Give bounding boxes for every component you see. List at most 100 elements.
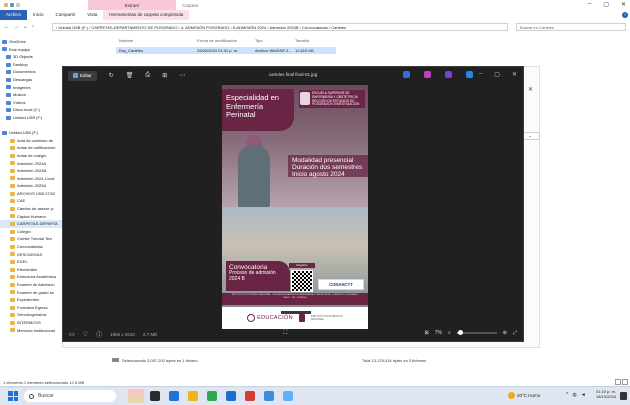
file-row[interactable]: Esp_Carteles 25/02/2024 01:31 p. m. Arch… xyxy=(116,47,336,54)
heart-icon[interactable]: ♡ xyxy=(83,331,88,338)
zoom-slider[interactable] xyxy=(456,330,497,335)
folder-icon xyxy=(10,191,15,196)
seal-icon xyxy=(247,314,256,322)
fit-icon[interactable]: ⊠ xyxy=(425,330,429,336)
context-tab-extract[interactable]: Extraer xyxy=(88,0,176,10)
fullscreen-icon[interactable]: ⤢ xyxy=(513,330,517,336)
poster-title: Especialidad en Enfermería Perinatal xyxy=(222,89,294,131)
taskbar-app-icon[interactable] xyxy=(283,391,293,401)
network-icon[interactable]: ◍ xyxy=(572,392,576,398)
zoom-in-icon[interactable]: ⊕ xyxy=(503,330,507,336)
zoom-out-icon[interactable]: ⌕ xyxy=(448,330,451,336)
clock[interactable]: 01:10 p. m. 16/10/2024 xyxy=(596,389,616,399)
column-size[interactable]: Tamaño xyxy=(292,38,332,45)
search-highlight-image[interactable] xyxy=(128,389,144,403)
column-name[interactable]: Nombre xyxy=(116,38,194,45)
folder-icon xyxy=(10,161,15,166)
folder-icon xyxy=(4,3,8,7)
weather-widget[interactable]: 20°C Humo xyxy=(508,392,540,399)
tab-compressed-folder-tools[interactable]: Herramientas de carpeta comprimida xyxy=(103,10,190,20)
volume-icon[interactable]: ◄ xyxy=(581,392,586,398)
fit-screen-icon[interactable]: ⛶ xyxy=(283,330,287,337)
back-arrow-icon[interactable]: ← xyxy=(4,24,10,30)
taskbar-app-icon[interactable] xyxy=(226,391,236,401)
zoom-slider-knob[interactable] xyxy=(457,330,463,335)
app-icon-2[interactable] xyxy=(424,71,431,78)
background-close-icon[interactable]: ✕ xyxy=(528,86,533,93)
folder-icon xyxy=(10,237,15,242)
viewer-statusbar: ▭ ♡ ⓘ 1956 x 2610 2.7 MB ⛶ ⊠ 7% ⌕ ⊕ ⤢ xyxy=(63,327,523,341)
taskbar-app-icon[interactable] xyxy=(188,391,198,401)
sidebar-item-label: Capital Humano xyxy=(17,213,46,219)
file-size: 12,819 KB xyxy=(295,48,314,53)
app-icon-1[interactable] xyxy=(403,71,410,78)
folder-icon xyxy=(10,168,15,173)
nurse-figure xyxy=(238,145,270,207)
sidebar-item-label: Desktop xyxy=(13,61,28,67)
taskbar-app-icon[interactable] xyxy=(207,391,217,401)
folder-icon xyxy=(10,267,15,272)
folder-icon xyxy=(10,146,15,151)
conahcyt-logo: CONAHCYT xyxy=(318,279,364,290)
column-date[interactable]: Fecha de modificación xyxy=(194,38,252,45)
location-icon xyxy=(6,77,11,82)
taskbar-app-icon[interactable] xyxy=(150,391,160,401)
zoom-level[interactable]: 7% xyxy=(435,330,442,336)
tab-home[interactable]: Inicio xyxy=(27,10,50,20)
folder-icon xyxy=(10,328,15,333)
sidebar-item-label: Admisión 2025A xyxy=(17,183,47,189)
search-icon xyxy=(29,393,34,399)
details-view-icon[interactable] xyxy=(615,379,621,385)
column-type[interactable]: Tipo xyxy=(252,38,292,45)
minimize-icon[interactable]: – xyxy=(479,71,482,78)
search-input[interactable]: Buscar en Carteles xyxy=(516,23,626,31)
sidebar-item-label: Formatos Egreso xyxy=(17,304,48,310)
recent-chevron-icon[interactable]: ⌄ xyxy=(23,24,28,30)
folder-icon xyxy=(10,206,15,211)
large-icons-view-icon[interactable] xyxy=(622,379,628,385)
quick-access-toolbar[interactable] xyxy=(0,3,90,7)
tab-file[interactable]: Archivo xyxy=(0,10,28,20)
sidebar-item[interactable]: Este equipo xyxy=(0,46,110,54)
address-bar[interactable]: › Unidad USB (F:) › CARPETAS-DEPARTAMENT… xyxy=(52,23,508,31)
app-icon-4[interactable] xyxy=(466,71,473,78)
maximize-icon[interactable]: ▢ xyxy=(603,1,609,8)
help-icon[interactable]: ? xyxy=(622,12,628,18)
notification-icon[interactable] xyxy=(620,392,627,400)
minimize-icon[interactable]: – xyxy=(588,1,591,8)
chevron-up-icon[interactable]: ^ xyxy=(566,392,568,398)
file-date: 25/02/2024 01:31 p. m. xyxy=(197,48,239,53)
status-selected: Seleccionado 3,057,202 bytes en 1 ficher… xyxy=(122,357,198,363)
sidebar-item-label: INTERMOVS xyxy=(17,319,41,325)
address-row: ← → ⌄ ↑ › Unidad USB (F:) › CARPETAS-DEP… xyxy=(0,22,630,32)
folder-icon xyxy=(10,297,15,302)
status-total: Total 13,125,014 bytes en 3 ficheros xyxy=(362,357,427,363)
filmstrip-icon[interactable]: ▭ xyxy=(69,331,75,338)
location-icon xyxy=(2,47,7,52)
close-icon[interactable]: ✕ xyxy=(512,71,517,78)
sidebar-item-label: Estructura Académica xyxy=(17,274,56,280)
taskbar-app-icon[interactable] xyxy=(245,391,255,401)
forward-arrow-icon[interactable]: → xyxy=(14,24,20,30)
view-toggle xyxy=(615,379,628,385)
viewer-window-controls: – ▢ ✕ xyxy=(479,71,517,78)
tab-view[interactable]: Vista xyxy=(81,10,103,20)
taskbar-search[interactable]: Buscar xyxy=(24,390,116,402)
tab-share[interactable]: Compartir xyxy=(50,10,82,20)
location-icon xyxy=(2,130,7,135)
maximize-icon[interactable]: ▢ xyxy=(494,71,500,78)
info-icon[interactable]: ⓘ xyxy=(96,330,102,339)
sidebar-item-label: Expedientes xyxy=(17,297,40,303)
undo-icon[interactable] xyxy=(16,3,20,7)
close-icon[interactable]: ✕ xyxy=(621,1,626,8)
filmstrip-indicator[interactable] xyxy=(281,311,311,314)
sidebar-item[interactable]: 3D Objects xyxy=(0,53,110,61)
taskbar-app-icon[interactable] xyxy=(264,391,274,401)
taskbar-app-icon[interactable] xyxy=(169,391,179,401)
app-icon-3[interactable] xyxy=(445,71,452,78)
start-button[interactable] xyxy=(8,391,18,401)
context-tab-folder[interactable]: Carpeta xyxy=(176,0,216,10)
properties-icon[interactable] xyxy=(10,3,14,7)
sidebar-item[interactable]: OneDrive xyxy=(0,38,110,46)
up-arrow-icon[interactable]: ↑ xyxy=(32,24,35,30)
